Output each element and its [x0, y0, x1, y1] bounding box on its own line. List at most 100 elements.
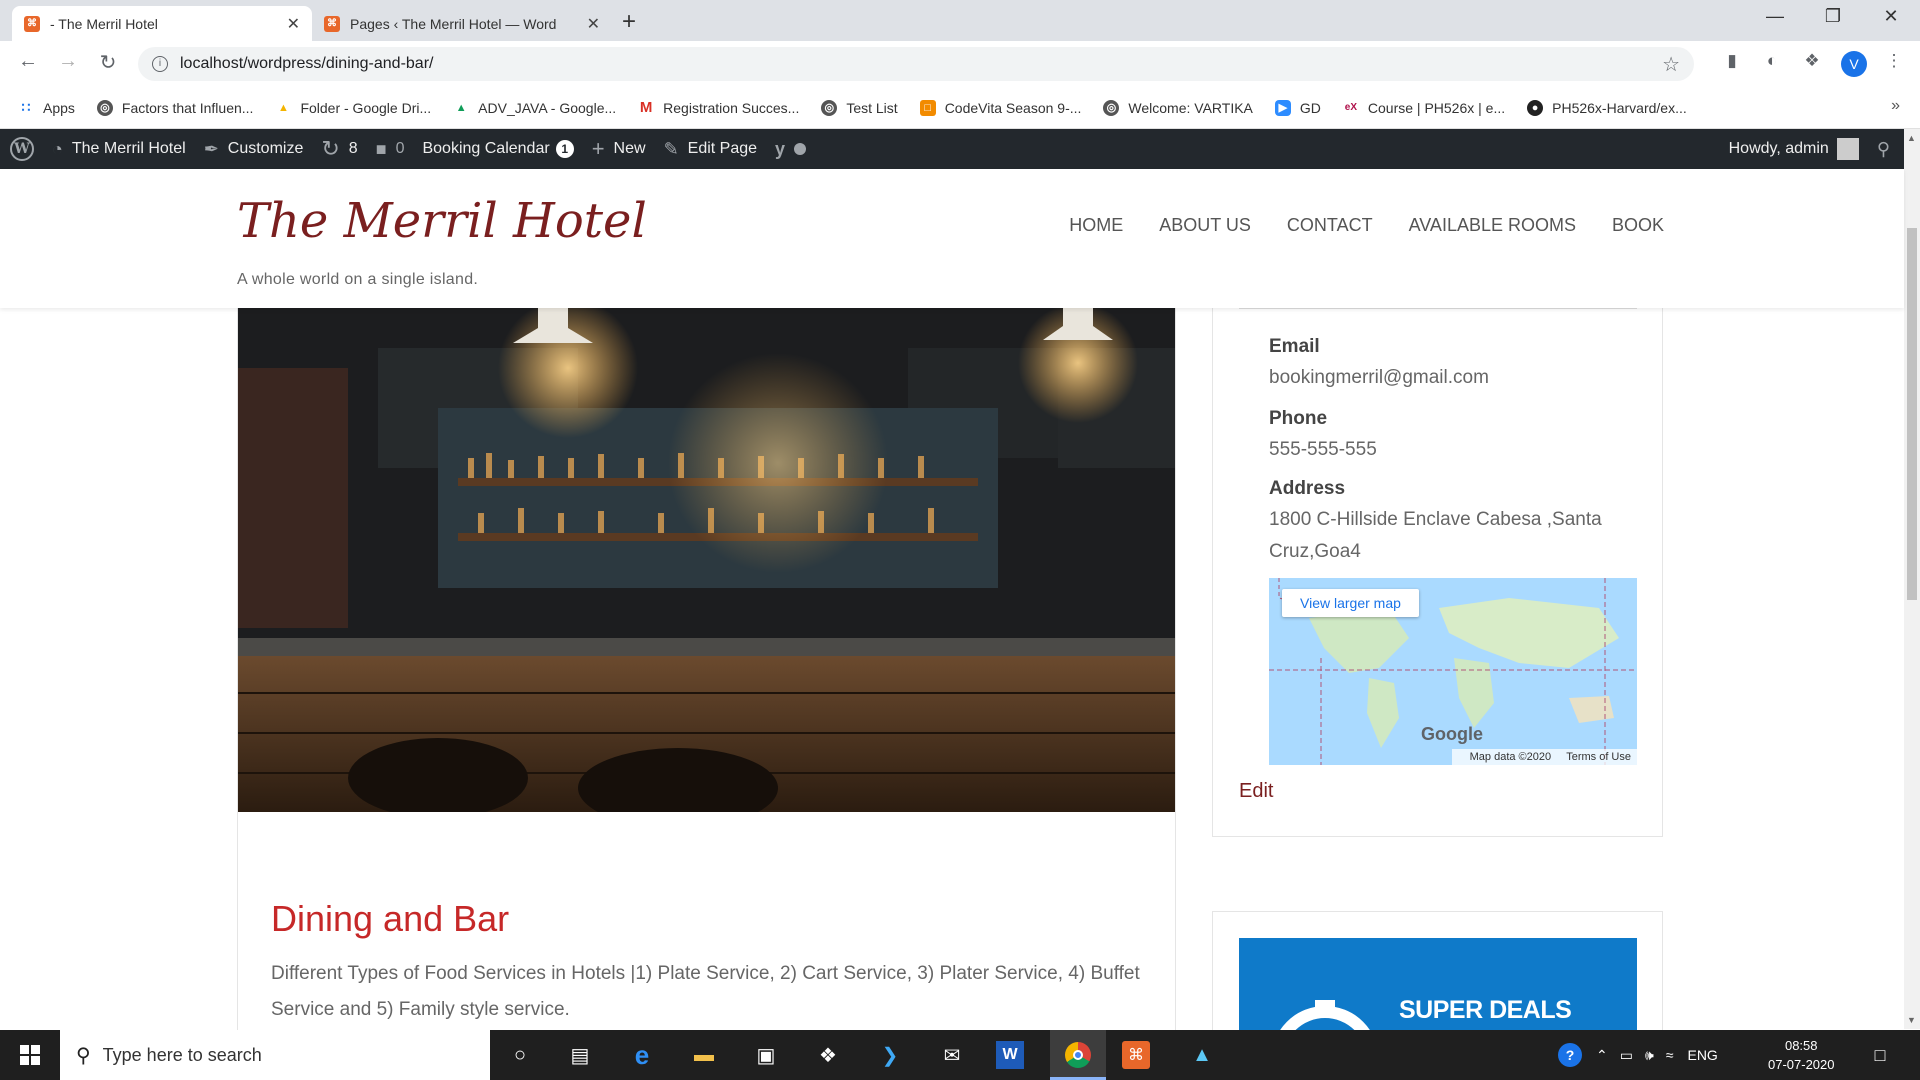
ab-site-name[interactable]: ◔ The Merril Hotel [52, 139, 186, 160]
close-tab-icon[interactable]: ✕ [287, 14, 300, 34]
help-icon[interactable]: ? [1558, 1043, 1582, 1067]
google-map-embed[interactable]: View larger map Google Map data ©2020 Te… [1269, 578, 1637, 765]
main-content: Dining and Bar Different Types of Food S… [237, 308, 1176, 1030]
xampp-icon[interactable]: ⌘ [1122, 1041, 1150, 1069]
address-value: 1800 C-Hillside Enclave Cabesa ,Santa Cr… [1269, 509, 1602, 562]
mail-icon[interactable]: ✉ [934, 1037, 970, 1073]
bookmark-star-icon[interactable]: ☆ [1662, 52, 1680, 77]
address-bar[interactable]: i localhost/wordpress/dining-and-bar/ ☆ [138, 47, 1694, 81]
site-tagline: A whole world on a single island. [237, 271, 479, 288]
clock-time: 08:58 [1784, 1038, 1818, 1053]
search-icon[interactable]: ⚲ [1877, 139, 1890, 160]
codevita-icon: □ [919, 99, 936, 116]
view-larger-map-link[interactable]: View larger map [1282, 589, 1419, 617]
bookmark-item[interactable]: ◎ Test List [821, 99, 898, 116]
taskbar-search-box[interactable]: ⚲ Type here to search [60, 1030, 490, 1080]
scroll-thumb[interactable] [1907, 228, 1917, 600]
bookmark-item[interactable]: ▶ GD [1274, 99, 1321, 116]
extension-circle-icon[interactable]: ◐ [1760, 51, 1784, 75]
site-info-icon[interactable]: i [152, 56, 168, 72]
bookmark-item[interactable]: ◎ Welcome: VARTIKA [1103, 99, 1253, 116]
ab-howdy[interactable]: Howdy, admin [1729, 140, 1829, 158]
extension-chart-icon[interactable]: ▮ [1720, 51, 1744, 75]
url-text[interactable]: localhost/wordpress/dining-and-bar/ [180, 55, 433, 73]
notifications-icon[interactable]: □ [1862, 1037, 1898, 1073]
widget-divider [1239, 308, 1637, 309]
volume-icon[interactable]: 🕪 [1645, 1047, 1654, 1064]
bookmark-label: Welcome: VARTIKA [1128, 99, 1253, 116]
vscode-icon[interactable]: ❯ [872, 1037, 908, 1073]
maximize-icon[interactable]: ❐ [1810, 6, 1856, 27]
tab-merril-hotel[interactable]: ⌘ - The Merril Hotel ✕ [12, 6, 312, 41]
windows-logo-icon [20, 1045, 40, 1065]
bookmark-item[interactable]: ▲ Folder - Google Dri... [275, 100, 431, 116]
main-navigation: HOME ABOUT US CONTACT AVAILABLE ROOMS BO… [1033, 215, 1664, 236]
ab-new-label: New [613, 140, 646, 157]
close-tab-icon[interactable]: ✕ [587, 14, 600, 34]
bookmark-item[interactable]: M Registration Succes... [638, 99, 799, 116]
file-explorer-icon[interactable]: ▬ [686, 1037, 722, 1073]
ab-yoast[interactable]: y [775, 139, 807, 160]
widget-edit-link[interactable]: Edit [1239, 780, 1273, 803]
nav-home[interactable]: HOME [1069, 215, 1123, 236]
task-view-icon[interactable]: ▤ [562, 1037, 598, 1073]
tab-pages[interactable]: ⌘ Pages ‹ The Merril Hotel — Word ✕ [312, 6, 612, 41]
clock-date: 07-07-2020 [1768, 1057, 1835, 1072]
nav-about-us[interactable]: ABOUT US [1159, 215, 1251, 236]
zoom-icon: ▶ [1274, 99, 1291, 116]
language-indicator[interactable]: ENG [1687, 1047, 1717, 1063]
minimize-icon[interactable]: — [1752, 6, 1798, 27]
bookmark-item[interactable]: ◎ Factors that Influen... [96, 99, 254, 116]
battery-icon[interactable]: ▭ [1620, 1047, 1633, 1064]
bookmark-item[interactable]: □ CodeVita Season 9-... [919, 99, 1081, 116]
bookmark-apps[interactable]: ∷ Apps [18, 99, 75, 116]
chrome-icon[interactable] [1060, 1037, 1096, 1073]
dashboard-gauge-icon: ◔ [52, 138, 63, 159]
bookmark-item[interactable]: ▲ ADV_JAVA - Google... [453, 100, 616, 116]
bookmark-item[interactable]: eX Course | PH526x | e... [1343, 100, 1505, 116]
nav-available-rooms[interactable]: AVAILABLE ROOMS [1409, 215, 1576, 236]
microsoft-store-icon[interactable]: ▣ [748, 1037, 784, 1073]
ab-updates-count: 8 [348, 140, 358, 157]
profile-avatar[interactable]: V [1841, 51, 1867, 77]
bookmark-label: Test List [846, 99, 898, 116]
chevron-up-icon[interactable]: ⌃ [1596, 1047, 1608, 1064]
ab-comments[interactable]: ■ 0 [376, 139, 405, 160]
back-arrow-icon[interactable]: ← [14, 50, 42, 73]
wordpress-logo-icon[interactable]: W [10, 137, 34, 161]
wifi-icon[interactable]: ≈ [1666, 1047, 1674, 1063]
ab-customize[interactable]: ✒ Customize [204, 139, 304, 160]
windows-start-button[interactable] [0, 1030, 60, 1080]
site-title[interactable]: The Merril Hotel [237, 193, 647, 249]
new-tab-button[interactable]: + [622, 8, 636, 36]
nav-book[interactable]: BOOK [1612, 215, 1664, 236]
site-header: The Merril Hotel A whole world on a sing… [0, 169, 1904, 308]
super-deals-banner[interactable]: SUPER DEALS [1239, 938, 1637, 1041]
forward-arrow-icon[interactable]: → [54, 50, 82, 73]
cortana-icon[interactable]: ○ [502, 1037, 538, 1073]
close-window-icon[interactable]: ✕ [1868, 6, 1914, 27]
word-icon[interactable]: W [996, 1041, 1024, 1069]
photos-icon[interactable]: ▲ [1184, 1037, 1220, 1073]
pencil-icon: ✎ [663, 138, 679, 159]
reload-icon[interactable]: ↻ [94, 50, 122, 75]
dropbox-icon[interactable]: ❖ [810, 1037, 846, 1073]
menu-kebab-icon[interactable]: ⋮ [1882, 51, 1906, 75]
ab-new[interactable]: + New [592, 136, 646, 162]
terms-of-use-link[interactable]: Terms of Use [1566, 751, 1631, 763]
more-bookmarks-icon[interactable]: » [1891, 97, 1900, 115]
nav-contact[interactable]: CONTACT [1287, 215, 1373, 236]
bookmark-item[interactable]: ● PH526x-Harvard/ex... [1527, 99, 1687, 116]
ab-updates[interactable]: ↻ 8 [321, 136, 357, 162]
email-value[interactable]: bookingmerril@gmail.com [1269, 362, 1489, 394]
page-scrollbar[interactable]: ▲ ▼ [1904, 129, 1920, 1029]
taskbar-clock[interactable]: 08:58 07-07-2020 [1768, 1036, 1835, 1074]
scroll-down-arrow-icon[interactable]: ▼ [1907, 1015, 1916, 1025]
ab-edit-page[interactable]: ✎ Edit Page [664, 139, 757, 160]
scroll-up-arrow-icon[interactable]: ▲ [1907, 133, 1916, 143]
ab-booking-calendar[interactable]: Booking Calendar 1 [422, 140, 574, 158]
admin-avatar[interactable] [1836, 138, 1859, 160]
edge-browser-icon[interactable]: e [624, 1037, 660, 1073]
bookmark-label: Factors that Influen... [121, 99, 254, 116]
extensions-puzzle-icon[interactable]: ❖ [1800, 51, 1824, 75]
